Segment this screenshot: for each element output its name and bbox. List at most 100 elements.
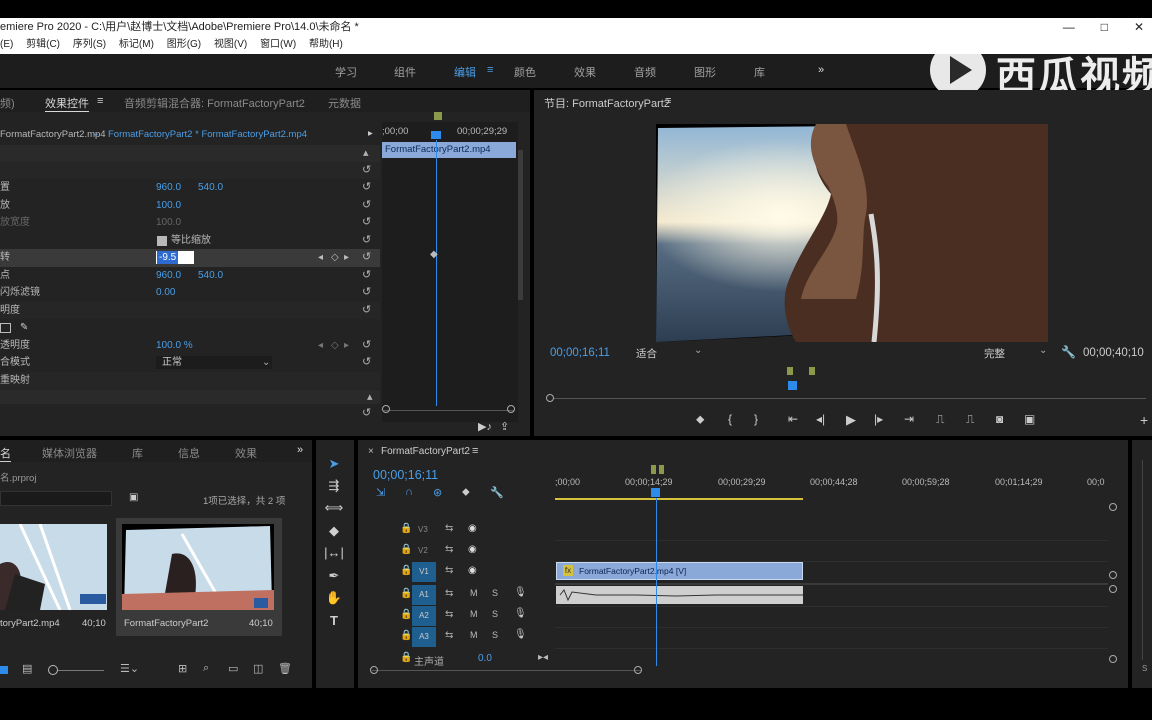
- tab-effects[interactable]: 效果: [235, 445, 257, 461]
- project-item-selected[interactable]: FormatFactoryPart2 40;10: [116, 518, 282, 636]
- reset-icon[interactable]: ↺: [362, 267, 371, 285]
- chevron-down-icon[interactable]: ⌄: [694, 345, 702, 356]
- lock-icon[interactable]: 🔒: [400, 588, 412, 599]
- solo-button[interactable]: S: [492, 588, 498, 598]
- lock-icon[interactable]: 🔒: [400, 544, 412, 555]
- tab-info[interactable]: 信息: [178, 445, 200, 461]
- type-tool-icon[interactable]: T: [323, 613, 345, 628]
- workspace-overflow-icon[interactable]: »: [818, 64, 824, 76]
- property-value-x[interactable]: 960.0: [156, 267, 181, 285]
- property-value[interactable]: 100.0: [156, 197, 181, 215]
- scrollbar[interactable]: [518, 150, 523, 300]
- rectangle-mask-icon[interactable]: [0, 323, 11, 333]
- next-keyframe-icon[interactable]: ▸: [344, 337, 349, 355]
- list-view-icon[interactable]: [0, 666, 8, 674]
- mute-button[interactable]: M: [470, 630, 478, 640]
- workspace-color[interactable]: 颜色: [514, 64, 536, 80]
- close-tab-icon[interactable]: ×: [368, 446, 374, 457]
- hand-tool-icon[interactable]: ✋: [323, 590, 345, 606]
- sync-lock-icon[interactable]: ⇆: [445, 565, 453, 576]
- workspace-menu-icon[interactable]: ≡: [487, 64, 493, 76]
- razor-tool-icon[interactable]: ◆: [323, 523, 345, 539]
- zoom-handle-right[interactable]: [507, 405, 515, 413]
- bin-filter-icon[interactable]: ▣: [129, 492, 138, 503]
- lift-icon[interactable]: ⎍: [936, 412, 944, 427]
- collapse-icon[interactable]: ▴: [363, 146, 369, 159]
- go-to-end-icon[interactable]: ▸◂: [538, 652, 548, 663]
- playhead-handle[interactable]: [651, 488, 660, 497]
- zoom-bar[interactable]: [546, 398, 1146, 399]
- chevron-down-icon[interactable]: ⌄: [1039, 345, 1047, 356]
- play-button[interactable]: ▶: [846, 412, 856, 428]
- reset-icon[interactable]: ↺: [362, 249, 371, 267]
- add-button-icon[interactable]: +: [1140, 412, 1148, 428]
- property-value-x[interactable]: 960.0: [156, 179, 181, 197]
- icon-view-icon[interactable]: ▤: [22, 662, 32, 675]
- eye-icon[interactable]: ◉: [468, 523, 477, 534]
- track-label[interactable]: V1: [412, 562, 436, 582]
- zoom-handle-left[interactable]: [546, 394, 554, 402]
- trash-icon[interactable]: 🗑: [278, 662, 292, 675]
- step-back-icon[interactable]: ◂|: [816, 412, 825, 426]
- overflow-icon[interactable]: »: [297, 444, 303, 456]
- export-frame-icon[interactable]: ⇪: [500, 420, 509, 433]
- clip-bar[interactable]: FormatFactoryPart2.mp4: [382, 142, 516, 158]
- reset-icon[interactable]: ↺: [362, 284, 371, 302]
- property-value-y[interactable]: 540.0: [198, 179, 223, 197]
- time-ruler[interactable]: ;00;00 00;00;14;29 00;00;29;29 00;00;44;…: [555, 465, 1115, 498]
- solo-button[interactable]: S: [492, 630, 498, 640]
- minimize-button[interactable]: —: [1063, 18, 1075, 36]
- menu-window[interactable]: 窗口(W): [260, 39, 296, 50]
- scroll-handle[interactable]: [1109, 571, 1117, 579]
- timeline-playhead[interactable]: [656, 498, 657, 666]
- panel-menu-icon[interactable]: ≡: [665, 95, 671, 107]
- track-select-tool-icon[interactable]: ⇶: [323, 478, 345, 494]
- tab-effect-controls[interactable]: 效果控件: [45, 95, 89, 112]
- reset-icon[interactable]: ↺: [362, 214, 371, 232]
- maximize-button[interactable]: □: [1101, 18, 1108, 36]
- tab-source[interactable]: 频): [0, 95, 15, 111]
- track-label[interactable]: A3: [412, 627, 436, 647]
- tab-metadata[interactable]: 元数据: [328, 95, 361, 111]
- selection-tool-icon[interactable]: ➤: [323, 456, 345, 472]
- reset-icon[interactable]: ↺: [362, 197, 371, 215]
- menu-clip[interactable]: 剪辑(C): [26, 39, 60, 50]
- expand-icon[interactable]: ▴: [367, 390, 373, 403]
- sort-icon[interactable]: ☰⌄: [120, 662, 139, 675]
- property-value[interactable]: 100.0 %: [156, 337, 193, 355]
- keyframe-icon[interactable]: ◆: [430, 249, 438, 260]
- uniform-scale-checkbox[interactable]: [157, 235, 167, 246]
- lock-icon[interactable]: 🔒: [400, 565, 412, 576]
- lock-icon[interactable]: 🔒: [400, 523, 412, 534]
- project-item[interactable]: toryPart2.mp4 40;10: [0, 518, 112, 636]
- menu-sequence[interactable]: 序列(S): [73, 39, 106, 50]
- mute-button[interactable]: M: [470, 588, 478, 598]
- microphone-icon[interactable]: 🎙: [514, 608, 527, 619]
- menu-help[interactable]: 帮助(H): [309, 39, 343, 50]
- compare-view-icon[interactable]: ▣: [1024, 412, 1035, 426]
- playhead-handle[interactable]: [431, 131, 441, 139]
- reset-icon[interactable]: ↺: [362, 232, 371, 250]
- zoom-slider[interactable]: [384, 410, 514, 411]
- sequence-clip-name[interactable]: FormatFactoryPart2 * FormatFactoryPart2.…: [108, 129, 307, 140]
- reset-icon[interactable]: ↺: [362, 337, 371, 355]
- scroll-handle-right[interactable]: [634, 666, 642, 674]
- wrench-icon[interactable]: 🔧: [490, 486, 504, 499]
- play-audio-icon[interactable]: ▶♪: [478, 420, 492, 433]
- play-icon[interactable]: ▸: [368, 128, 373, 139]
- new-item-icon[interactable]: ◫: [253, 662, 263, 675]
- lock-icon[interactable]: 🔒: [400, 652, 412, 663]
- rotation-input[interactable]: -9.5: [157, 251, 179, 264]
- chevron-down-icon[interactable]: ⌄: [262, 354, 270, 372]
- horizontal-scrollbar[interactable]: [372, 670, 642, 671]
- slip-tool-icon[interactable]: |↔|: [323, 545, 345, 560]
- current-timecode[interactable]: 00;00;16;11: [550, 347, 610, 359]
- video-frame[interactable]: [656, 124, 1048, 342]
- scroll-handle[interactable]: [1109, 585, 1117, 593]
- property-value-y[interactable]: 540.0: [198, 267, 223, 285]
- scroll-handle[interactable]: [1109, 503, 1117, 511]
- mark-out-icon[interactable]: }: [754, 412, 758, 426]
- workspace-libraries[interactable]: 库: [754, 64, 765, 80]
- track-label[interactable]: V3: [418, 525, 428, 534]
- nest-icon[interactable]: ⇲: [376, 486, 385, 499]
